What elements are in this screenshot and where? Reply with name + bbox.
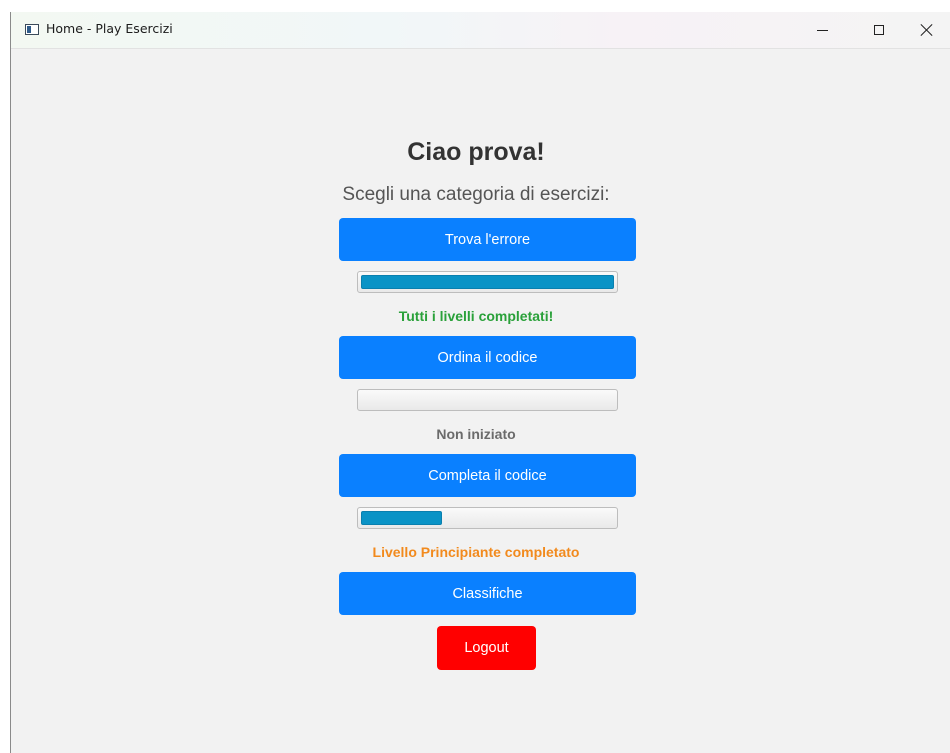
rankings-button[interactable]: Classifiche — [339, 572, 636, 615]
progress-bar-trova-errore — [357, 271, 618, 293]
progress-fill — [361, 275, 614, 289]
main-content: Ciao prova! Scegli una categoria di eser… — [11, 48, 950, 753]
status-ordina-codice: Non iniziato — [436, 426, 516, 442]
minimize-button[interactable] — [799, 12, 845, 48]
progress-bar-completa-codice — [357, 507, 618, 529]
close-icon — [921, 24, 933, 36]
close-button[interactable] — [904, 12, 950, 48]
title-bar[interactable]: Home - Play Esercizi — [11, 12, 950, 49]
category-button-ordina-codice[interactable]: Ordina il codice — [339, 336, 636, 379]
maximize-button[interactable] — [856, 12, 902, 48]
progress-bar-ordina-codice — [357, 389, 618, 411]
progress-fill — [361, 511, 442, 525]
category-prompt: Scegli una categoria di esercizi: — [342, 184, 610, 205]
maximize-icon — [874, 25, 884, 35]
status-completa-codice: Livello Principiante completato — [372, 544, 580, 560]
category-button-completa-codice[interactable]: Completa il codice — [339, 454, 636, 497]
minimize-icon — [816, 29, 828, 31]
category-button-trova-errore[interactable]: Trova l'errore — [339, 218, 636, 261]
window-title: Home - Play Esercizi — [46, 21, 173, 36]
logout-button[interactable]: Logout — [437, 626, 536, 670]
app-icon — [25, 24, 39, 35]
status-trova-errore: Tutti i livelli completati! — [398, 308, 554, 324]
app-window: Home - Play Esercizi Ciao prova! Scegli … — [10, 12, 950, 753]
greeting-heading: Ciao prova! — [407, 138, 545, 166]
